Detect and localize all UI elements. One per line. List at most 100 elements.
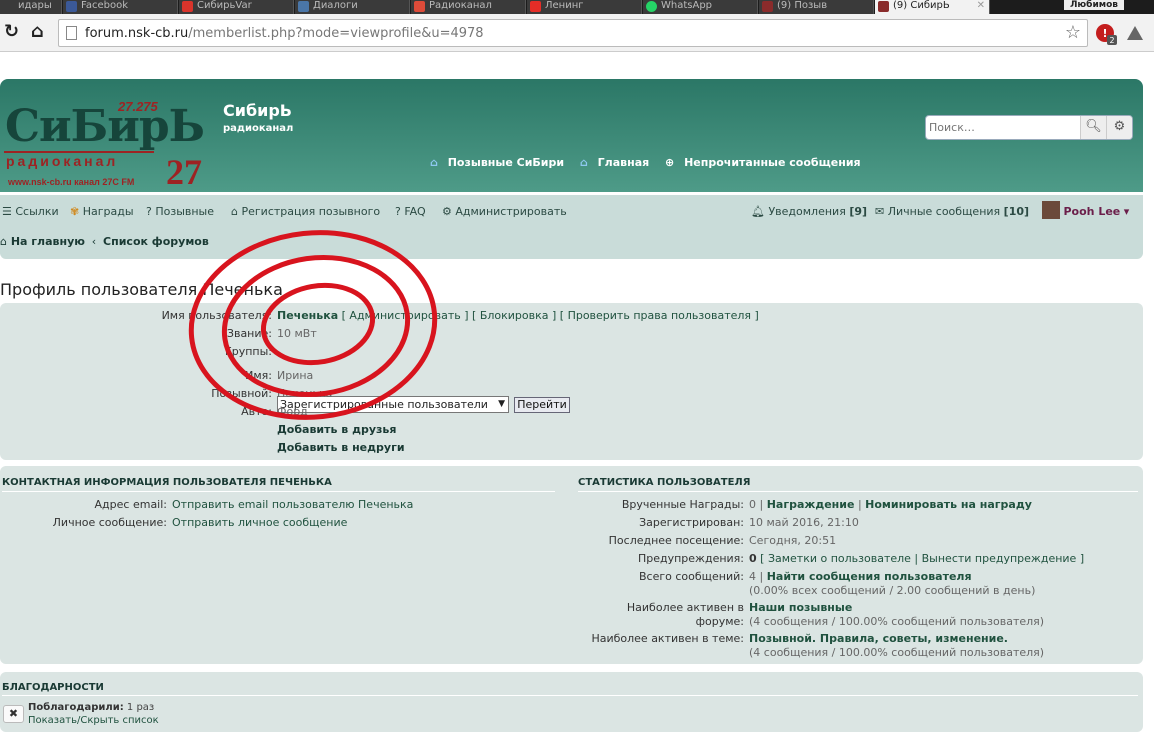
- active-forum-note: (4 сообщения / 100.00% сообщений пользов…: [749, 615, 1045, 628]
- site-header: СиБирЬ 27.275 радиоканал www.nsk-cb.ru к…: [0, 79, 1143, 192]
- active-forum-label: Наиболее активен в форуме:: [626, 601, 744, 628]
- reload-icon[interactable]: ↻: [4, 22, 19, 42]
- logo-name: СиБирЬ: [5, 101, 205, 152]
- site-description: радиоканал: [223, 123, 294, 134]
- tab-title: (9) СибирЬ: [893, 0, 950, 11]
- extension-icon[interactable]: ! 2: [1095, 23, 1117, 48]
- bookmark-star-icon[interactable]: ☆: [1065, 22, 1081, 43]
- quicklink-unread[interactable]: ⊕ Непрочитанные сообщения: [665, 156, 867, 169]
- browser-toolbar: ↻ ⌂ forum.nsk-cb.ru/memberlist.php?mode=…: [0, 14, 1154, 52]
- add-foe-link[interactable]: Добавить в недруги: [277, 441, 405, 455]
- page-title: Профиль пользователя Печенька: [0, 280, 283, 299]
- nav-callsigns[interactable]: ? Позывные: [146, 205, 214, 218]
- browser-tab[interactable]: Диалоги: [295, 0, 410, 14]
- tab-title: СибирьVar: [197, 0, 252, 11]
- nav-register-callsign[interactable]: ⌂ Регистрация позывного: [231, 205, 380, 218]
- email-link[interactable]: Отправить email пользователю Печенька: [172, 498, 413, 512]
- chat-icon: [298, 1, 309, 12]
- tab-title: Диалоги: [313, 0, 358, 11]
- username-link[interactable]: Печенька: [277, 309, 338, 322]
- pm-link[interactable]: Отправить личное сообщение: [172, 516, 347, 530]
- go-button[interactable]: Перейти: [514, 397, 570, 413]
- home-icon: ⌂: [231, 205, 238, 218]
- nominate-link[interactable]: Номинировать на награду: [865, 498, 1032, 511]
- site-title[interactable]: СибирЬ: [223, 101, 292, 120]
- header-quicklinks: ⌂ Позывные СиБири ⌂ Главная ⊕ Непрочитан…: [430, 156, 873, 169]
- car-label: Авто:: [241, 405, 272, 418]
- chevron-down-icon: ▾: [1123, 205, 1130, 218]
- active-forum-link[interactable]: Наши позывные: [749, 601, 852, 614]
- facebook-icon: [66, 1, 77, 12]
- home-icon: ⌂: [430, 156, 438, 169]
- home-icon[interactable]: ⌂: [31, 22, 44, 42]
- browser-tab[interactable]: Ленинг: [527, 0, 642, 14]
- username-label: Имя пользователя:: [161, 309, 272, 322]
- address-bar[interactable]: forum.nsk-cb.ru/memberlist.php?mode=view…: [58, 19, 1088, 47]
- divider: [2, 491, 555, 492]
- admin-links[interactable]: [ Администрировать ] [ Блокировка ] [ Пр…: [342, 309, 759, 322]
- name-label: Имя:: [245, 369, 272, 382]
- nav-faq[interactable]: ? FAQ: [395, 205, 426, 218]
- user-menu[interactable]: Pooh Lee ▾: [1042, 201, 1130, 219]
- browser-tab[interactable]: Facebook: [63, 0, 178, 14]
- contact-stats-panel: КОНТАКТНАЯ ИНФОРМАЦИЯ ПОЛЬЗОВАТЕЛЯ ПЕЧЕН…: [0, 466, 1143, 664]
- awards-label: Врученные Награды:: [621, 498, 744, 511]
- posts-label: Всего сообщений:: [639, 570, 744, 583]
- add-friend-link[interactable]: Добавить в друзья: [277, 423, 396, 437]
- browser-tab[interactable]: WhatsApp: [643, 0, 758, 14]
- thanked-label: Поблагодарили:: [28, 702, 124, 713]
- rank-value: 10 мВт: [277, 327, 317, 340]
- award-icon: ✾: [70, 205, 80, 218]
- browser-tab[interactable]: (9) Позыв: [759, 0, 874, 14]
- google-plus-icon: [414, 1, 425, 12]
- toggle-list-link[interactable]: Показать/Скрыть список: [28, 714, 159, 728]
- close-tab-icon[interactable]: ✕: [977, 0, 985, 12]
- url-text: forum.nsk-cb.ru/memberlist.php?mode=view…: [85, 26, 484, 41]
- browser-tab-strip: идары Facebook СибирьVar Диалоги Радиока…: [0, 0, 1154, 14]
- map-pin-icon: [182, 1, 193, 12]
- divider: [578, 491, 1138, 492]
- nav-links[interactable]: ☰ Ссылки: [2, 205, 59, 218]
- logo-frequency: 27.275: [118, 99, 158, 114]
- active-topic-link[interactable]: Позывной. Правила, советы, изменение.: [749, 632, 1008, 645]
- browser-tab[interactable]: Радиоканал: [411, 0, 526, 14]
- search-input[interactable]: [929, 118, 1074, 137]
- profile-badge[interactable]: Любимов: [1063, 0, 1124, 10]
- find-posts-link[interactable]: Найти сообщения пользователя: [767, 570, 972, 583]
- rank-label: Звание:: [226, 327, 272, 340]
- page-icon: [66, 26, 77, 40]
- browser-tab[interactable]: СибирьVar: [179, 0, 294, 14]
- thanks-header: БЛАГОДАРНОСТИ: [2, 682, 104, 693]
- nav-awards[interactable]: ✾ Награды: [70, 205, 134, 218]
- warnings-links[interactable]: [ Заметки о пользователе | Вынести преду…: [760, 552, 1084, 565]
- bell-icon: 🔔︎: [751, 205, 765, 218]
- tab-title: WhatsApp: [661, 0, 713, 11]
- thanked-row: Поблагодарили: 1 раз: [28, 701, 154, 715]
- breadcrumb-forums[interactable]: Список форумов: [103, 235, 209, 248]
- extension-arrow-icon[interactable]: [1125, 23, 1145, 46]
- logo-subtitle: радиоканал: [6, 153, 119, 169]
- nav-private-messages[interactable]: ✉ Личные сообщения [10]: [875, 205, 1029, 218]
- search-icon[interactable]: 🔍︎: [1080, 116, 1106, 139]
- breadcrumb-home[interactable]: ⌂ На главную: [0, 235, 85, 248]
- registered-value: 10 май 2016, 21:10: [749, 516, 859, 529]
- unread-icon: ⊕: [665, 156, 675, 169]
- callsign-label: Позывной:: [211, 387, 272, 400]
- awards-link[interactable]: Награждение: [767, 498, 855, 511]
- settings-icon: ⚙: [442, 205, 452, 218]
- tab-title: (9) Позыв: [777, 0, 828, 11]
- notifications-count: [9]: [849, 205, 868, 218]
- browser-tab[interactable]: идары: [0, 0, 62, 14]
- close-icon[interactable]: ✖: [3, 705, 24, 723]
- browser-tab-active[interactable]: (9) СибирЬ ✕: [875, 0, 990, 14]
- quicklink-callsigns[interactable]: ⌂ Позывные СиБири: [430, 156, 570, 169]
- posts-note: (0.00% всех сообщений / 2.00 сообщений в…: [749, 584, 1036, 597]
- groups-label: Группы:: [225, 345, 272, 358]
- callsign-value: Печенька: [277, 387, 333, 400]
- gear-icon[interactable]: ⚙: [1106, 116, 1132, 139]
- quicklink-home[interactable]: ⌂ Главная: [580, 156, 655, 169]
- nav-notifications[interactable]: 🔔︎ Уведомления [9]: [751, 205, 867, 218]
- nav-administrate[interactable]: ⚙ Администрировать: [442, 205, 567, 218]
- site-logo[interactable]: СиБирЬ 27.275 радиоканал www.nsk-cb.ru к…: [0, 89, 215, 192]
- registered-label: Зарегистрирован:: [639, 516, 744, 529]
